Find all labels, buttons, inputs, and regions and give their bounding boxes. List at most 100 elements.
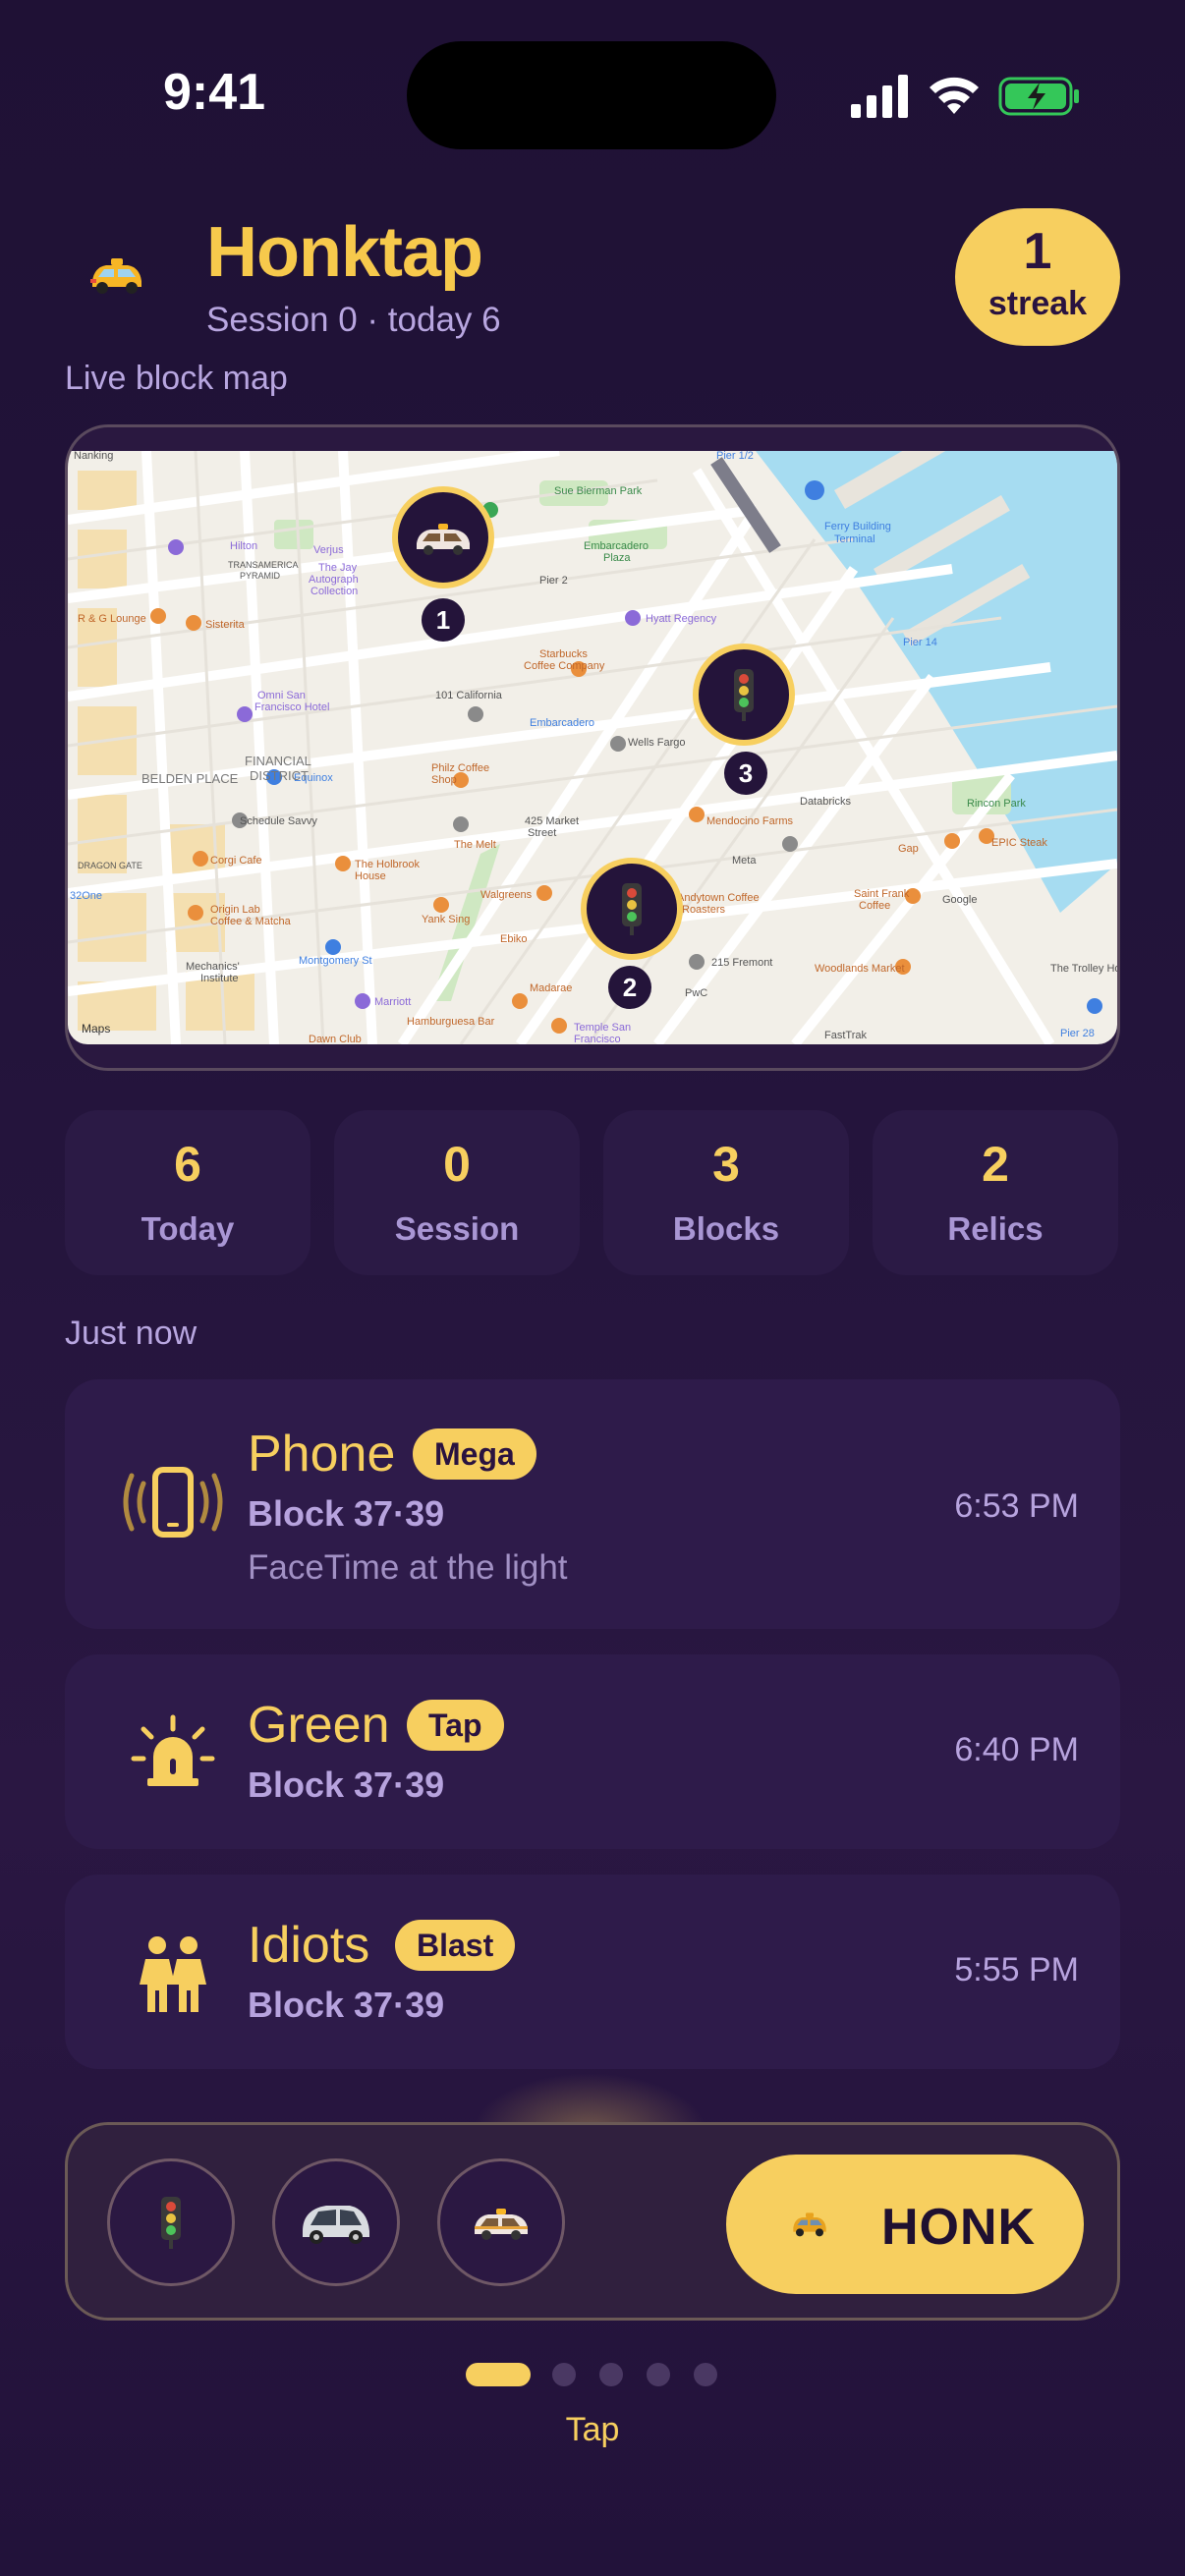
svg-text:Verjus: Verjus: [313, 544, 344, 556]
svg-text:Gap: Gap: [898, 843, 919, 855]
stat-value: 0: [443, 1137, 471, 1192]
streak-count: 1: [1023, 223, 1052, 280]
smart-car-tool-button[interactable]: [272, 2158, 400, 2286]
svg-text:House: House: [355, 870, 386, 882]
smart-car-icon: [303, 2206, 369, 2244]
svg-text:Ferry Building: Ferry Building: [824, 521, 891, 532]
feed-item-phone[interactable]: Phone Mega Block 37·39 FaceTime at the l…: [65, 1379, 1120, 1629]
stat-blocks: 3 Blocks: [603, 1110, 849, 1275]
wifi-icon: [930, 77, 979, 114]
svg-text:Maps: Maps: [82, 1022, 110, 1036]
session-subtitle: Session 0 · today 6: [206, 301, 501, 339]
stat-label: Session: [394, 1210, 520, 1247]
status-time: 9:41: [163, 64, 266, 121]
svg-text:Dawn Club: Dawn Club: [309, 1034, 362, 1044]
stat-relics: 2 Relics: [873, 1110, 1118, 1275]
svg-text:Pier 28: Pier 28: [1060, 1028, 1095, 1039]
svg-text:Coffee: Coffee: [859, 900, 890, 912]
svg-text:32One: 32One: [70, 890, 102, 902]
stat-value: 2: [982, 1137, 1009, 1192]
svg-text:Mendocino Farms: Mendocino Farms: [706, 815, 794, 827]
svg-text:Coffee Company: Coffee Company: [524, 660, 605, 672]
feed-item-title: Idiots: [248, 1917, 370, 1974]
live-block-map[interactable]: Nanking Sue Bierman Park Pier 1/2 Ferry …: [65, 424, 1120, 1071]
traffic-light-tool-button[interactable]: [107, 2158, 235, 2286]
svg-text:Ebiko: Ebiko: [500, 933, 528, 945]
svg-text:R & G Lounge: R & G Lounge: [78, 613, 146, 625]
svg-text:Nanking: Nanking: [74, 451, 113, 462]
feed-item-time: 6:53 PM: [954, 1487, 1079, 1525]
svg-text:The Melt: The Melt: [454, 839, 496, 851]
svg-text:Marriott: Marriott: [374, 996, 411, 1008]
page-dot-3[interactable]: [599, 2363, 623, 2386]
svg-text:FastTrak: FastTrak: [824, 1030, 867, 1041]
svg-text:Philz Coffee: Philz Coffee: [431, 762, 489, 774]
page-dot-2[interactable]: [552, 2363, 576, 2386]
svg-text:Temple San: Temple San: [574, 1022, 631, 1034]
taxi-logo-icon: [90, 258, 141, 294]
svg-text:PwC: PwC: [685, 987, 707, 999]
feed-item-badge: Mega: [413, 1428, 536, 1480]
svg-text:Madarae: Madarae: [530, 982, 572, 994]
map-view[interactable]: Nanking Sue Bierman Park Pier 1/2 Ferry …: [68, 451, 1117, 1044]
map-pin-3[interactable]: [693, 644, 795, 746]
honk-button[interactable]: HONK: [726, 2155, 1084, 2294]
dynamic-island: [407, 41, 776, 149]
svg-text:101 California: 101 California: [435, 690, 503, 701]
stat-value: 6: [174, 1137, 201, 1192]
feed-item-detail: FaceTime at the light: [248, 1548, 568, 1587]
traffic-light-icon: [161, 2197, 181, 2249]
svg-text:Plaza: Plaza: [603, 552, 631, 564]
svg-text:Terminal: Terminal: [834, 533, 875, 545]
svg-text:Pier 1/2: Pier 1/2: [716, 451, 754, 462]
stat-label: Today: [141, 1210, 235, 1247]
stat-label: Blocks: [672, 1210, 780, 1247]
svg-text:Institute: Institute: [200, 973, 239, 984]
page-dot-5[interactable]: [694, 2363, 717, 2386]
action-bar: HONK: [65, 2122, 1120, 2321]
map-pin-1[interactable]: [392, 486, 494, 588]
feed-item-idiots[interactable]: Idiots Blast Block 37·39 5:55 PM: [65, 1875, 1120, 2069]
svg-text:Walgreens: Walgreens: [480, 889, 533, 901]
map-tiles: Nanking Sue Bierman Park Pier 1/2 Ferry …: [68, 451, 1117, 1044]
svg-text:Yank Sing: Yank Sing: [422, 914, 470, 925]
svg-text:215 Fremont: 215 Fremont: [711, 957, 772, 969]
map-section-label: Live block map: [65, 360, 288, 397]
cellular-signal-icon: [851, 75, 908, 118]
feed-section-label: Just now: [65, 1315, 198, 1352]
svg-text:Francisco: Francisco: [574, 1034, 621, 1044]
streak-badge[interactable]: 1 streak: [955, 208, 1120, 346]
svg-text:Embarcadero: Embarcadero: [584, 540, 649, 552]
map-pin-2[interactable]: [581, 858, 683, 960]
streak-label: streak: [988, 285, 1088, 322]
taxi-tool-button[interactable]: [437, 2158, 565, 2286]
svg-text:Embarcadero: Embarcadero: [530, 717, 594, 729]
svg-text:425 Market: 425 Market: [525, 815, 579, 827]
stat-today: 6 Today: [65, 1110, 310, 1275]
battery-charging-icon: [998, 77, 1079, 116]
svg-text:Woodlands Market: Woodlands Market: [815, 963, 905, 975]
svg-text:The Trolley House: The Trolley House: [1050, 963, 1117, 975]
svg-text:The Jay: The Jay: [318, 562, 358, 574]
svg-text:Wells Fargo: Wells Fargo: [628, 737, 685, 749]
feed-item-block: Block 37·39: [248, 1985, 445, 2025]
feed-item-time: 6:40 PM: [954, 1731, 1079, 1768]
feed-item-title: Phone: [248, 1426, 396, 1483]
siren-icon: [114, 1704, 232, 1802]
svg-text:Sisterita: Sisterita: [205, 619, 246, 631]
app-title: Honktap: [206, 213, 483, 292]
svg-text:Sue Bierman Park: Sue Bierman Park: [554, 485, 643, 497]
map-pin-2-label: 2: [608, 966, 651, 1009]
honk-label: HONK: [881, 2199, 1037, 2256]
page-dot-4[interactable]: [647, 2363, 670, 2386]
svg-text:TRANSAMERICA: TRANSAMERICA: [228, 560, 299, 570]
taxi-car-icon: [475, 2209, 528, 2240]
traffic-light-icon: [622, 883, 642, 935]
traffic-light-icon: [734, 669, 754, 721]
page-dot-1[interactable]: [466, 2363, 531, 2386]
svg-text:Meta: Meta: [732, 855, 757, 867]
feed-item-green[interactable]: Green Tap Block 37·39 6:40 PM: [65, 1654, 1120, 1849]
svg-text:Google: Google: [942, 894, 977, 906]
pager-label: Tap: [565, 2411, 620, 2448]
svg-text:Shop: Shop: [431, 774, 457, 786]
